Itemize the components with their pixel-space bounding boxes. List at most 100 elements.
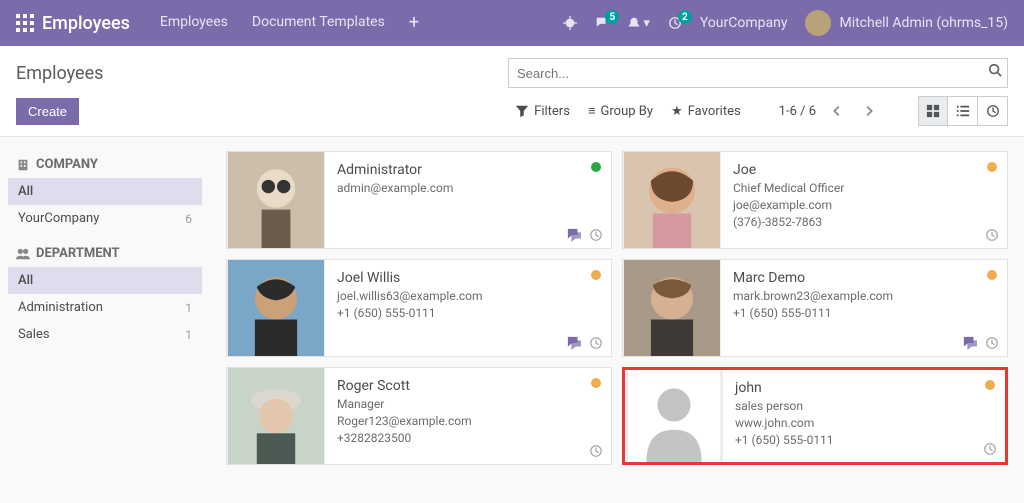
apps-icon[interactable] [16,14,34,32]
employee-photo [623,260,721,356]
top-navbar: Employees Employees Document Templates +… [0,0,1024,46]
employee-title: sales person [735,399,993,413]
sidebar-item-count: 6 [185,212,192,226]
search-input[interactable] [508,58,1008,88]
employee-grid: Administrator admin@example.com Joe Chief M… [226,151,1008,465]
sidebar-company-all[interactable]: All [8,178,202,205]
clock-icon[interactable] [983,442,997,456]
employee-photo [227,152,325,248]
main: COMPANY All YourCompany6 DEPARTMENT All … [0,137,1024,479]
pager-text: 1-6 / 6 [779,104,816,119]
employee-email: admin@example.com [337,181,599,195]
messaging-icon[interactable]: 5 [595,16,609,30]
message-icon[interactable] [567,228,581,242]
employee-name: Administrator [337,162,599,178]
nav-right: 5 ▾ 2 YourCompany Mitchell Admin (ohrms_… [563,10,1008,36]
control-bar: Employees Create Filters ≡ Group By ★ Fa… [0,46,1024,137]
employee-card[interactable]: john sales person www.john.com +1 (650) 555… [622,367,1008,465]
clock-icon[interactable] [589,336,603,350]
status-dot [985,380,995,390]
user-name: Mitchell Admin (ohrms_15) [839,15,1008,31]
employee-name: Joe [733,162,995,178]
employee-phone: +1 (650) 555-0111 [733,306,995,320]
debug-icon[interactable] [563,16,577,30]
status-dot [987,270,997,280]
card-icons [985,228,999,242]
pager-next[interactable] [858,100,880,122]
employee-email: www.john.com [735,416,993,430]
employee-phone: +3282823500 [337,431,599,445]
employee-card[interactable]: Administrator admin@example.com [226,151,612,249]
employee-body: Roger Scott Manager Roger123@example.com +3… [325,368,611,464]
clock-icon[interactable] [985,228,999,242]
employee-phone: (376)-3852-7863 [733,215,995,229]
sidebar-item-label: YourCompany [18,211,99,226]
nav-menu-employees[interactable]: Employees [160,14,228,32]
sidebar-heading-company: COMPANY [8,157,202,172]
employee-name: john [735,380,993,396]
company-switcher[interactable]: YourCompany [700,15,788,31]
employee-body: Joe Chief Medical Officer joe@example.com (… [721,152,1007,248]
employee-body: john sales person www.john.com +1 (650) 555… [723,370,1005,462]
kanban-content: Administrator admin@example.com Joe Chief M… [210,137,1024,479]
sidebar-dept-item[interactable]: Administration1 [8,294,202,321]
employee-title: Manager [337,397,599,411]
sidebar-item-label: Administration [18,300,103,315]
message-icon[interactable] [567,336,581,350]
nav-menu-add[interactable]: + [409,14,419,32]
building-icon [16,158,30,172]
employee-card[interactable]: Roger Scott Manager Roger123@example.com +3… [226,367,612,465]
employee-email: Roger123@example.com [337,414,599,428]
sidebar-heading-department: DEPARTMENT [8,246,202,261]
nav-menu: Employees Document Templates + [160,14,419,32]
messaging-badge: 5 [605,10,619,24]
status-dot [591,378,601,388]
status-dot [987,162,997,172]
clock-icon[interactable] [985,336,999,350]
sidebar-dept-all[interactable]: All [8,267,202,294]
view-kanban-button[interactable] [918,96,948,126]
employee-name: Joel Willis [337,270,599,286]
search-icon[interactable] [988,63,1002,77]
favorites-button[interactable]: ★ Favorites [671,104,741,119]
notifications-icon[interactable]: ▾ [627,16,650,31]
employee-title: Chief Medical Officer [733,181,995,195]
employee-name: Roger Scott [337,378,599,394]
employee-phone: +1 (650) 555-0111 [735,433,993,447]
search-container [508,58,1008,88]
star-icon: ★ [671,104,683,119]
activity-badge: 2 [678,10,692,24]
employee-photo [625,370,723,462]
clock-icon[interactable] [589,444,603,458]
employee-card[interactable]: Joe Chief Medical Officer joe@example.com (… [622,151,1008,249]
clock-icon[interactable] [589,228,603,242]
pager-prev[interactable] [826,100,848,122]
create-button[interactable]: Create [16,98,79,125]
employee-card[interactable]: Joel Willisjoel.willis63@example.com+1 (… [226,259,612,357]
card-icons [567,336,603,350]
nav-menu-document-templates[interactable]: Document Templates [252,14,385,32]
employee-photo [623,152,721,248]
card-icons [589,444,603,458]
view-switcher [918,96,1008,126]
view-activity-button[interactable] [978,96,1008,126]
view-list-button[interactable] [948,96,978,126]
employee-phone: +1 (650) 555-0111 [337,306,599,320]
list-lines-icon: ≡ [588,103,596,119]
employee-name: Marc Demo [733,270,995,286]
message-icon[interactable] [963,336,977,350]
employee-email: joe@example.com [733,198,995,212]
sidebar-item-label: Sales [18,327,50,342]
filters-button[interactable]: Filters [515,104,570,119]
card-icons [567,228,603,242]
sidebar-company-item[interactable]: YourCompany 6 [8,205,202,232]
employee-card[interactable]: Marc Demomark.brown23@example.com+1 (650… [622,259,1008,357]
employee-photo [227,368,325,464]
sidebar-dept-item[interactable]: Sales1 [8,321,202,348]
groupby-button[interactable]: ≡ Group By [588,103,653,119]
user-menu[interactable]: Mitchell Admin (ohrms_15) [805,10,1008,36]
status-dot [591,162,601,172]
pager: 1-6 / 6 [779,100,880,122]
activity-icon[interactable]: 2 [668,16,682,30]
employee-photo [227,260,325,356]
